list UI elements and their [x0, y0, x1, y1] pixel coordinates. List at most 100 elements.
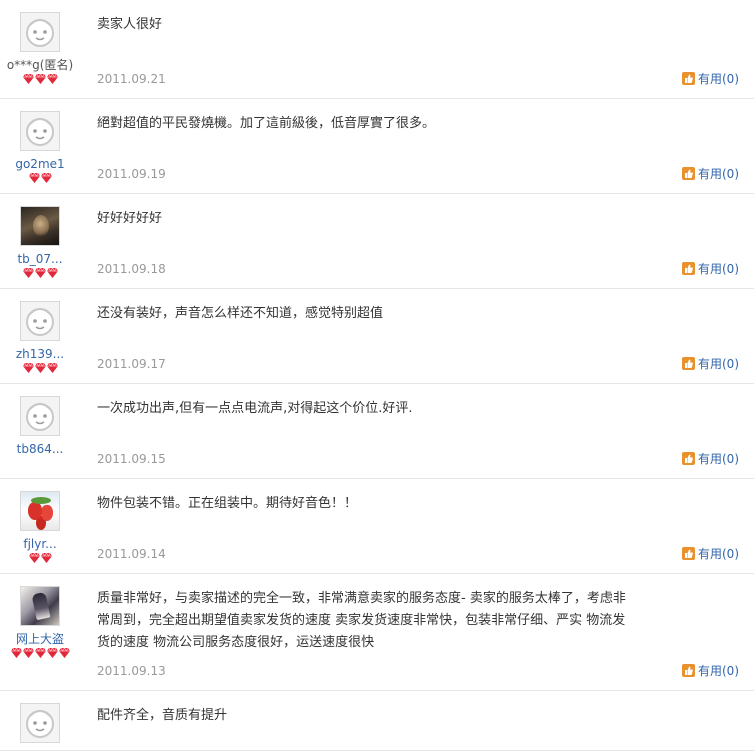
default-face-avatar	[21, 112, 59, 150]
useful-button[interactable]: 有用(0)	[682, 72, 739, 86]
thumbs-up-icon	[682, 167, 695, 180]
default-face-avatar	[21, 13, 59, 51]
review-item: go2me1 絕對超值的平民發燒機。加了這前級後，低音厚實了很多。 2011.09.…	[0, 99, 754, 194]
diamond-icon	[22, 363, 34, 373]
diamond-icon	[22, 74, 34, 84]
avatar[interactable]	[20, 206, 60, 246]
default-face-avatar	[21, 302, 59, 340]
reviewer: o***g(匿名)	[0, 0, 80, 86]
diamond-icon	[46, 648, 58, 658]
review-date: 2011.09.19	[97, 167, 166, 181]
review-text-line: 常周到，完全超出期望值卖家发货的速度 卖家发货速度非常快，包装非常仔细、严实 物…	[97, 613, 626, 628]
review-date: 2011.09.14	[97, 547, 166, 561]
reviewer-name[interactable]: zh139...	[0, 347, 80, 361]
review-item: zh139... 还没有装好，声音怎么样还不知道，感觉特别超值 2011.09.17…	[0, 289, 754, 384]
thumbs-up-icon	[682, 262, 695, 275]
diamond-icon	[28, 553, 40, 563]
reviewer-name: o***g(匿名)	[6, 58, 74, 72]
useful-label: 有用(0)	[698, 262, 739, 276]
thumbs-up-icon	[682, 547, 695, 560]
default-face-avatar	[21, 397, 59, 435]
review-item: fjlyr... 物件包装不错。正在组装中。期待好音色！！ 2011.09.14 有用…	[0, 479, 754, 574]
diamond-icon	[34, 648, 46, 658]
review-date: 2011.09.17	[97, 357, 166, 371]
reviewer: 网上大盗	[0, 574, 80, 660]
review-text-line: 质量非常好，与卖家描述的完全一致，非常满意卖家的服务态度- 卖家的服务太棒了，考…	[97, 591, 626, 606]
diamond-icon	[34, 268, 46, 278]
review-content: 絕對超值的平民發燒機。加了這前級後，低音厚實了很多。	[97, 113, 672, 135]
diamond-icon	[46, 363, 58, 373]
useful-button[interactable]: 有用(0)	[682, 664, 739, 678]
review-text: 一次成功出声,但有一点点电流声,对得起这个价位.好评.	[97, 401, 413, 416]
reviewer-name[interactable]: go2me1	[0, 157, 80, 171]
buyer-rating	[0, 74, 80, 86]
useful-label: 有用(0)	[698, 167, 739, 181]
review-text: 卖家人很好	[97, 17, 163, 32]
diamond-icon	[40, 173, 52, 183]
diamond-icon	[46, 74, 58, 84]
diamond-icon	[10, 648, 22, 658]
review-date: 2011.09.21	[97, 72, 166, 86]
thumbs-up-icon	[682, 357, 695, 370]
useful-button[interactable]: 有用(0)	[682, 262, 739, 276]
avatar[interactable]	[20, 111, 60, 151]
reviewer	[0, 691, 80, 743]
diamond-icon	[22, 648, 34, 658]
review-item: 配件齐全，音质有提升	[0, 691, 754, 751]
useful-button[interactable]: 有用(0)	[682, 547, 739, 561]
diamond-icon	[22, 268, 34, 278]
useful-label: 有用(0)	[698, 664, 739, 678]
avatar[interactable]	[20, 12, 60, 52]
reviewer: tb_07...	[0, 194, 80, 280]
review-date: 2011.09.18	[97, 262, 166, 276]
review-text-line: 货的速度 物流公司服务态度很好，运送速度很快	[97, 635, 375, 650]
reviewer-name[interactable]: tb864...	[0, 442, 80, 456]
avatar[interactable]	[20, 703, 60, 743]
review-content: 质量非常好，与卖家描述的完全一致，非常满意卖家的服务态度- 卖家的服务太棒了，考…	[97, 588, 672, 654]
review-list: o***g(匿名) 卖家人很好 2011.09.21 有用(0) go2me1 絕對超值的…	[0, 0, 754, 751]
thumbs-up-icon	[682, 72, 695, 85]
avatar[interactable]	[20, 491, 60, 531]
useful-button[interactable]: 有用(0)	[682, 357, 739, 371]
reviewer-name[interactable]: fjlyr...	[0, 537, 80, 551]
useful-button[interactable]: 有用(0)	[682, 452, 739, 466]
review-text: 好好好好好	[97, 211, 163, 226]
review-text: 絕對超值的平民發燒機。加了這前級後，低音厚實了很多。	[97, 116, 436, 131]
reviewer: tb864...	[0, 384, 80, 456]
buyer-rating	[0, 553, 80, 565]
review-item: tb864... 一次成功出声,但有一点点电流声,对得起这个价位.好评. 2011.…	[0, 384, 754, 479]
diamond-icon	[34, 363, 46, 373]
reviewer-name[interactable]: 网上大盗	[0, 632, 80, 646]
reviewer-name[interactable]: tb_07...	[0, 252, 80, 266]
diamond-icon	[46, 268, 58, 278]
review-item: tb_07... 好好好好好 2011.09.18 有用(0)	[0, 194, 754, 289]
useful-label: 有用(0)	[698, 72, 739, 86]
review-content: 配件齐全，音质有提升	[97, 705, 672, 727]
review-date: 2011.09.13	[97, 664, 166, 678]
reviewer: zh139...	[0, 289, 80, 375]
useful-label: 有用(0)	[698, 357, 739, 371]
review-content: 还没有装好，声音怎么样还不知道，感觉特别超值	[97, 303, 672, 325]
avatar[interactable]	[20, 396, 60, 436]
review-content: 卖家人很好	[97, 14, 672, 36]
buyer-rating	[0, 363, 80, 375]
review-text: 还没有装好，声音怎么样还不知道，感觉特别超值	[97, 306, 384, 321]
useful-label: 有用(0)	[698, 452, 739, 466]
thumbs-up-icon	[682, 664, 695, 677]
diamond-icon	[28, 173, 40, 183]
review-text: 质量非常好，与卖家描述的完全一致，非常满意卖家的服务态度- 卖家的服务太棒了，考…	[97, 588, 672, 654]
review-content: 好好好好好	[97, 208, 672, 230]
avatar[interactable]	[20, 301, 60, 341]
diamond-icon	[40, 553, 52, 563]
review-item: 网上大盗 质量非常好，与卖家描述的完全一致，非常满意卖家的服务态度- 卖家的服务太…	[0, 574, 754, 691]
review-date: 2011.09.15	[97, 452, 166, 466]
useful-button[interactable]: 有用(0)	[682, 167, 739, 181]
review-content: 物件包装不错。正在组装中。期待好音色！！	[97, 493, 672, 515]
review-text: 物件包装不错。正在组装中。期待好音色！！	[97, 496, 358, 511]
thumbs-up-icon	[682, 452, 695, 465]
diamond-icon	[58, 648, 70, 658]
buyer-rating	[0, 648, 80, 660]
avatar[interactable]	[20, 586, 60, 626]
useful-label: 有用(0)	[698, 547, 739, 561]
reviewer: go2me1	[0, 99, 80, 185]
